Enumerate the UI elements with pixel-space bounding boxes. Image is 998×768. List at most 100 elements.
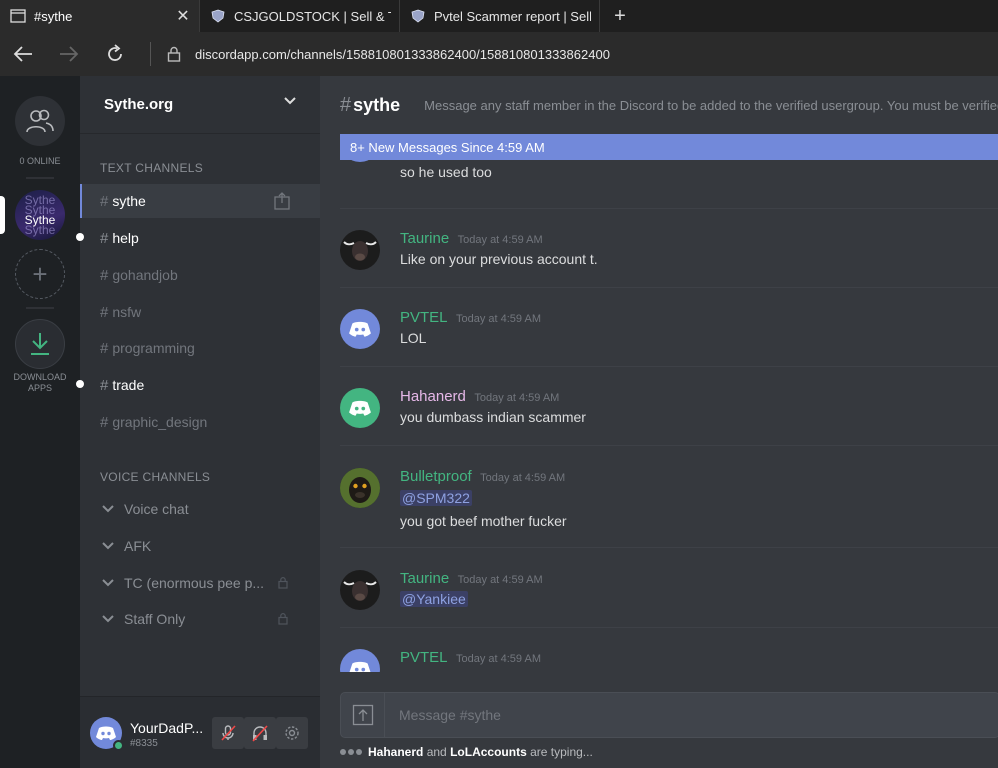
channel-trade[interactable]: # trade	[76, 368, 320, 402]
settings-button[interactable]	[276, 717, 308, 749]
hash-icon: #	[100, 339, 109, 357]
monkey-icon	[340, 468, 380, 508]
browser-tab-bar: #sythe ✕ CSJGOLDSTOCK | Sell & Tra Pvtel…	[0, 0, 998, 32]
author-name[interactable]: Taurine	[400, 570, 449, 587]
hash-icon: #	[100, 413, 109, 431]
deafen-button[interactable]	[244, 717, 276, 749]
author-name[interactable]: PVTEL	[400, 649, 448, 666]
add-server-button[interactable]: +	[15, 249, 65, 299]
message-divider	[340, 627, 998, 628]
chevron-down-icon	[102, 542, 114, 550]
message-header: Taurine Today at 4:59 AM	[400, 230, 543, 248]
timestamp: Today at 4:59 AM	[455, 313, 541, 325]
channel-name: nsfw	[112, 304, 142, 320]
tab-title: CSJGOLDSTOCK | Sell & Tra	[234, 8, 391, 24]
message-text: you dumbass indian scammer	[400, 409, 586, 425]
voice-channels-category[interactable]: VOICE CHANNELS	[100, 470, 210, 484]
tab-csjgoldstock[interactable]: CSJGOLDSTOCK | Sell & Tra	[200, 0, 400, 32]
message-list[interactable]: so he used too Taurine Today at 4:59 AM …	[320, 134, 998, 672]
download-apps-button[interactable]	[15, 319, 65, 369]
invite-icon[interactable]	[274, 192, 290, 210]
hash-icon: #	[100, 192, 109, 210]
server-logo-text: Sythe	[24, 203, 56, 217]
forward-button[interactable]	[46, 32, 92, 76]
typing-user: LoLAccounts	[450, 745, 527, 759]
channel-help[interactable]: # help	[76, 221, 320, 255]
channel-nsfw[interactable]: # nsfw	[80, 295, 320, 329]
channel-name: graphic_design	[112, 414, 208, 430]
voice-channel-staff-only[interactable]: Staff Only	[80, 602, 320, 636]
tab-pvtel-report[interactable]: Pvtel Scammer report | Sell	[400, 0, 600, 32]
page-icon	[10, 9, 26, 23]
discord-logo-icon	[96, 726, 116, 740]
server-list: 0 ONLINE Sythe Sythe Sythe Sythe + DOWNL…	[0, 76, 80, 768]
back-button[interactable]	[0, 32, 46, 76]
channel-name: trade	[112, 377, 145, 393]
channel-sythe[interactable]: # sythe	[80, 184, 320, 218]
avatar[interactable]	[340, 230, 380, 270]
server-divider	[26, 177, 54, 179]
channel-gohandjob[interactable]: # gohandjob	[80, 258, 320, 292]
channel-title: sythe	[353, 94, 401, 115]
hash-icon: #	[340, 93, 352, 116]
author-name[interactable]: Hahanerd	[400, 388, 466, 405]
online-status-icon	[113, 740, 124, 751]
avatar[interactable]	[340, 570, 380, 610]
url-field[interactable]: discordapp.com/channels/1588108013338624…	[195, 47, 610, 62]
selected-server-indicator	[0, 196, 5, 234]
hash-icon: #	[100, 303, 109, 321]
voice-channel-afk[interactable]: AFK	[80, 529, 320, 563]
avatar[interactable]	[340, 388, 380, 428]
avatar[interactable]	[340, 649, 380, 672]
refresh-button[interactable]	[92, 32, 138, 76]
server-logo-text: Sythe	[24, 223, 56, 237]
address-divider	[150, 42, 151, 66]
typing-suffix: are typing...	[530, 745, 593, 759]
voice-channel-tc[interactable]: TC (enormous pee p...	[80, 566, 320, 600]
server-header[interactable]: Sythe.org	[80, 76, 320, 134]
unread-indicator	[76, 380, 84, 388]
voice-channel-voice-chat[interactable]: Voice chat	[80, 492, 320, 526]
author-name[interactable]: Taurine	[400, 230, 449, 247]
message-input[interactable]	[385, 693, 998, 737]
download-apps-label: DOWNLOAD APPS	[0, 372, 80, 394]
channel-topic[interactable]: Message any staff member in the Discord …	[424, 98, 998, 113]
tab-sythe[interactable]: #sythe ✕	[0, 0, 200, 32]
message-text: you got beef mother fucker	[400, 513, 567, 529]
new-messages-bar[interactable]: 8+ New Messages Since 4:59 AM	[340, 134, 998, 160]
new-tab-button[interactable]: +	[600, 0, 640, 32]
close-tab-icon[interactable]: ✕	[175, 6, 191, 26]
friends-button[interactable]	[15, 96, 65, 146]
unread-indicator	[76, 233, 84, 241]
message-text: Like on your previous account t.	[400, 251, 598, 267]
message-text: LOL	[400, 330, 427, 346]
shield-favicon-icon	[411, 9, 425, 23]
message-composer	[340, 692, 998, 738]
download-label-line: DOWNLOAD	[13, 372, 67, 382]
tab-title: Pvtel Scammer report | Sell	[434, 8, 591, 24]
user-mention[interactable]: @SPM322	[400, 490, 472, 506]
hash-icon: #	[100, 266, 109, 284]
lock-icon[interactable]	[159, 46, 189, 62]
avatar[interactable]	[340, 468, 380, 508]
user-mention[interactable]: @Yankiee	[400, 591, 468, 607]
typing-dots-icon	[340, 749, 362, 755]
message-divider	[340, 287, 998, 288]
message-divider	[340, 208, 998, 209]
upload-button[interactable]	[341, 693, 385, 737]
author-name[interactable]: Bulletproof	[400, 468, 472, 485]
avatar[interactable]	[340, 309, 380, 349]
channel-programming[interactable]: # programming	[80, 331, 320, 365]
author-name[interactable]: PVTEL	[400, 309, 448, 326]
back-arrow-icon	[13, 46, 32, 62]
channel-header: # sythe Message any staff member in the …	[320, 76, 998, 134]
message-header: PVTEL Today at 4:59 AM	[400, 309, 541, 327]
server-sythe[interactable]: Sythe Sythe Sythe Sythe	[15, 190, 65, 240]
channel-graphic-design[interactable]: # graphic_design	[80, 405, 320, 439]
mute-button[interactable]	[212, 717, 244, 749]
voice-channel-name: Voice chat	[124, 501, 189, 517]
text-channels-category[interactable]: TEXT CHANNELS	[100, 161, 203, 175]
chat-area: # sythe Message any staff member in the …	[320, 76, 998, 768]
user-discriminator: #8335	[130, 738, 158, 749]
timestamp: Today at 4:59 AM	[457, 234, 543, 246]
